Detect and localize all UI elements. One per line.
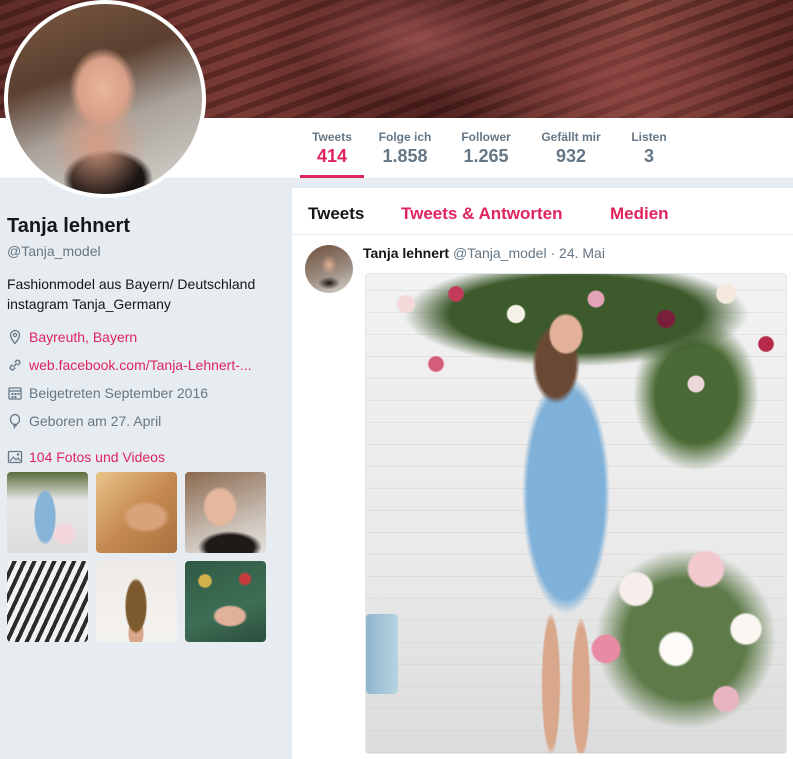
stat-followers[interactable]: Follower 1.265 [455, 118, 517, 178]
photo-bouquet [576, 509, 786, 753]
media-thumbnail[interactable] [96, 472, 177, 553]
tweet-separator: · [550, 245, 556, 261]
location-link[interactable]: Bayreuth, Bayern [29, 329, 137, 345]
website-link[interactable]: web.facebook.com/Tanja-Lehnert-... [29, 357, 252, 373]
media-thumbnail[interactable] [185, 561, 266, 642]
tweet-avatar[interactable] [305, 245, 353, 293]
profile-location: Bayreuth, Bayern [7, 329, 137, 345]
birthday-text: Geboren am 27. April [29, 413, 162, 429]
stat-likes-label: Gefällt mir [541, 130, 601, 144]
tab-tweets-replies[interactable]: Tweets & Antworten [401, 204, 563, 224]
balloon-icon [7, 413, 23, 429]
profile-joined: Beigetreten September 2016 [7, 385, 208, 401]
profile-handle[interactable]: @Tanja_model [7, 243, 101, 259]
image-icon [7, 449, 23, 465]
tweet-header: Tanja lehnert @Tanja_model · 24. Mai [363, 245, 605, 261]
profile-media-count: 104 Fotos und Videos [7, 449, 165, 465]
bio-line-2: instagram Tanja_Germany [7, 296, 171, 312]
location-pin-icon [7, 329, 23, 345]
media-thumbnail[interactable] [7, 561, 88, 642]
stat-lists-label: Listen [631, 130, 667, 144]
timeline: Tweets Tweets & Antworten Medien Tanja l… [292, 188, 793, 759]
media-thumbnail[interactable] [185, 472, 266, 553]
timeline-tabs: Tweets Tweets & Antworten Medien [292, 188, 793, 235]
profile-avatar[interactable] [4, 0, 206, 198]
calendar-icon [7, 385, 23, 401]
tweet-photo[interactable] [365, 273, 787, 754]
bio-line-1: Fashionmodel aus Bayern/ Deutschland [7, 276, 256, 292]
stat-tweets-label: Tweets [312, 130, 352, 144]
stat-likes-value: 932 [555, 146, 587, 166]
stat-lists[interactable]: Listen 3 [626, 118, 672, 178]
link-icon [7, 357, 23, 373]
media-thumbnail[interactable] [7, 472, 88, 553]
profile-bio: Fashionmodel aus Bayern/ Deutschland ins… [7, 274, 287, 314]
tweet-handle[interactable]: @Tanja_model [453, 245, 547, 261]
profile-website: web.facebook.com/Tanja-Lehnert-... [7, 357, 252, 373]
profile-name[interactable]: Tanja lehnert [7, 215, 130, 238]
stat-likes[interactable]: Gefällt mir 932 [535, 118, 607, 178]
tab-tweets[interactable]: Tweets [308, 204, 364, 224]
stat-following-value: 1.858 [382, 146, 428, 166]
profile-birthday: Geboren am 27. April [7, 413, 161, 429]
media-link[interactable]: 104 Fotos und Videos [29, 449, 165, 465]
stat-following-label: Folge ich [378, 130, 432, 144]
tab-media[interactable]: Medien [610, 204, 669, 224]
stat-tweets[interactable]: Tweets 414 [300, 118, 364, 178]
media-thumbnail[interactable] [96, 561, 177, 642]
stat-following[interactable]: Folge ich 1.858 [374, 118, 436, 178]
joined-text: Beigetreten September 2016 [29, 385, 209, 401]
stat-lists-value: 3 [643, 146, 654, 166]
tweet-author[interactable]: Tanja lehnert [363, 245, 449, 261]
stat-followers-label: Follower [461, 130, 511, 144]
tweet[interactable]: Tanja lehnert @Tanja_model · 24. Mai [292, 235, 793, 759]
photo-vase [366, 614, 398, 694]
stat-tweets-value: 414 [316, 146, 348, 166]
tweet-date[interactable]: 24. Mai [559, 245, 605, 261]
stat-followers-value: 1.265 [463, 146, 509, 166]
